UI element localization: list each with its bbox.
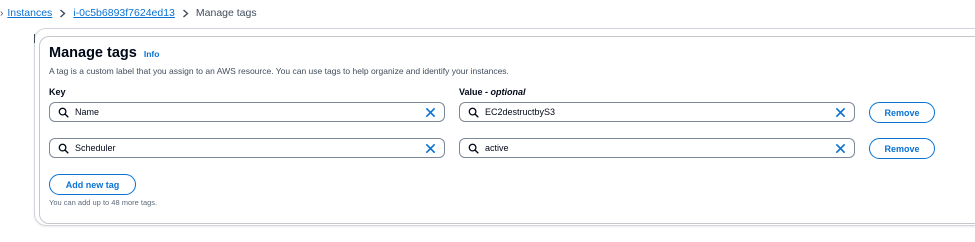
breadcrumb-instances-link[interactable]: Instances: [7, 7, 52, 19]
close-icon[interactable]: [835, 107, 846, 118]
tag-key-input[interactable]: Name: [49, 102, 445, 122]
close-icon[interactable]: [425, 107, 436, 118]
search-icon: [58, 107, 69, 118]
search-icon: [468, 143, 479, 154]
search-icon: [468, 107, 479, 118]
page-title: Manage tags: [49, 45, 137, 61]
info-link[interactable]: Info: [144, 49, 160, 59]
chevron-right-icon: [59, 8, 66, 18]
breadcrumb-instance-id-link[interactable]: i-0c5b6893f7624ed13: [73, 7, 175, 19]
tag-value-input[interactable]: EC2destructbyS3: [459, 102, 855, 122]
remove-tag-button[interactable]: Remove: [869, 138, 935, 159]
tag-value-value: active: [485, 143, 509, 153]
search-icon: [58, 143, 69, 154]
add-new-tag-button[interactable]: Add new tag: [49, 174, 136, 195]
close-icon[interactable]: [425, 143, 436, 154]
tag-key-value: Scheduler: [75, 143, 116, 153]
tag-value-input[interactable]: active: [459, 138, 855, 158]
manage-tags-panel: [39, 36, 975, 224]
breadcrumb: › Instances i-0c5b6893f7624ed13 Manage t…: [0, 5, 257, 21]
divider: [34, 34, 35, 43]
key-column-label: Key: [49, 87, 66, 97]
tag-key-value: Name: [75, 107, 100, 117]
value-label-separator: -: [482, 87, 491, 97]
value-column-label: Value - optional: [459, 87, 526, 97]
value-label-text: Value: [459, 87, 483, 97]
breadcrumb-current-page: Manage tags: [195, 7, 257, 19]
tag-value-value: EC2destructbyS3: [485, 107, 556, 117]
chevron-right-icon: [182, 8, 189, 18]
close-icon[interactable]: [835, 143, 846, 154]
value-optional-label: optional: [490, 87, 526, 97]
section-header: Manage tags Info: [49, 45, 159, 61]
tag-key-input[interactable]: Scheduler: [49, 138, 445, 158]
remove-tag-button[interactable]: Remove: [869, 102, 935, 123]
tag-limit-hint: You can add up to 48 more tags.: [49, 198, 158, 207]
section-description: A tag is a custom label that you assign …: [49, 66, 509, 76]
breadcrumb-leading-separator: ›: [0, 7, 4, 19]
